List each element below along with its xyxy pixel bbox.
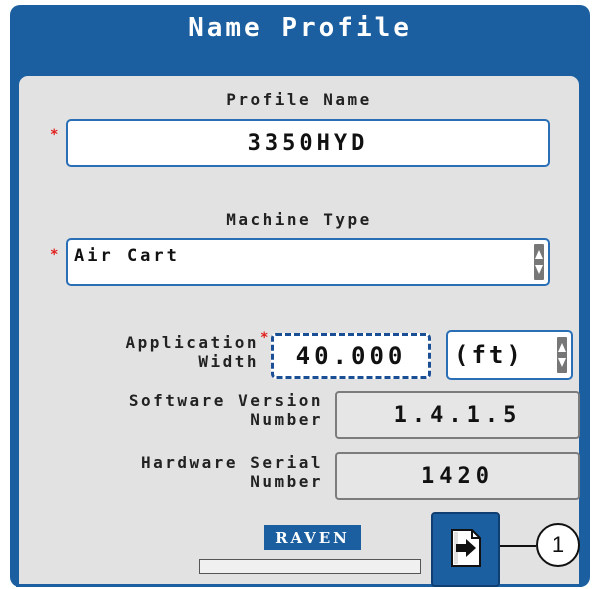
progress-bar	[199, 559, 421, 574]
machine-type-label: Machine Type	[226, 210, 372, 229]
hardware-serial-label-line1: Hardware Serial	[141, 453, 323, 472]
software-version-field: 1.4.1.5	[335, 391, 580, 439]
software-version-label-line1: Software Version	[128, 391, 323, 410]
profile-name-input[interactable]: 3350HYD	[66, 119, 550, 167]
raven-logo: RAVEN	[264, 525, 361, 550]
callout-leader-line	[500, 545, 536, 547]
name-profile-dialog: Name Profile Profile Name * 3350HYD Mach…	[10, 5, 590, 587]
callout-label: 1	[551, 532, 565, 557]
dialog-body: Profile Name * 3350HYD Machine Type * Ai…	[16, 73, 582, 587]
dialog-title: Name Profile	[188, 13, 412, 43]
application-width-required-marker: *	[260, 330, 269, 346]
application-width-value: 40.000	[295, 342, 407, 370]
next-button[interactable]	[431, 512, 500, 587]
machine-type-select[interactable]: Air Cart	[66, 238, 550, 286]
software-version-value: 1.4.1.5	[393, 402, 522, 428]
hardware-serial-label-line2: Number	[250, 472, 323, 491]
profile-name-required-marker: *	[50, 127, 59, 143]
callout-marker: 1	[536, 523, 580, 567]
profile-name-label: Profile Name	[226, 90, 372, 109]
hardware-serial-label: Hardware Serial Number	[39, 453, 323, 491]
hardware-serial-field: 1420	[335, 452, 580, 500]
application-width-label-line2: Width	[198, 352, 259, 371]
machine-type-spinner-icon[interactable]	[534, 244, 544, 280]
width-unit-value: (ft)	[454, 341, 524, 369]
hardware-serial-value: 1420	[421, 463, 494, 489]
machine-type-required-marker: *	[50, 247, 59, 263]
profile-name-value: 3350HYD	[247, 130, 369, 156]
software-version-label-line2: Number	[250, 410, 323, 429]
application-width-label: Application Width	[59, 333, 259, 371]
software-version-label: Software Version Number	[39, 391, 323, 429]
width-unit-select[interactable]: (ft)	[446, 330, 573, 380]
application-width-input[interactable]: 40.000	[271, 333, 431, 379]
next-page-icon	[448, 528, 484, 572]
machine-type-value: Air Cart	[74, 246, 180, 266]
application-width-label-line1: Application	[125, 333, 259, 352]
width-unit-spinner-icon[interactable]	[557, 337, 567, 373]
